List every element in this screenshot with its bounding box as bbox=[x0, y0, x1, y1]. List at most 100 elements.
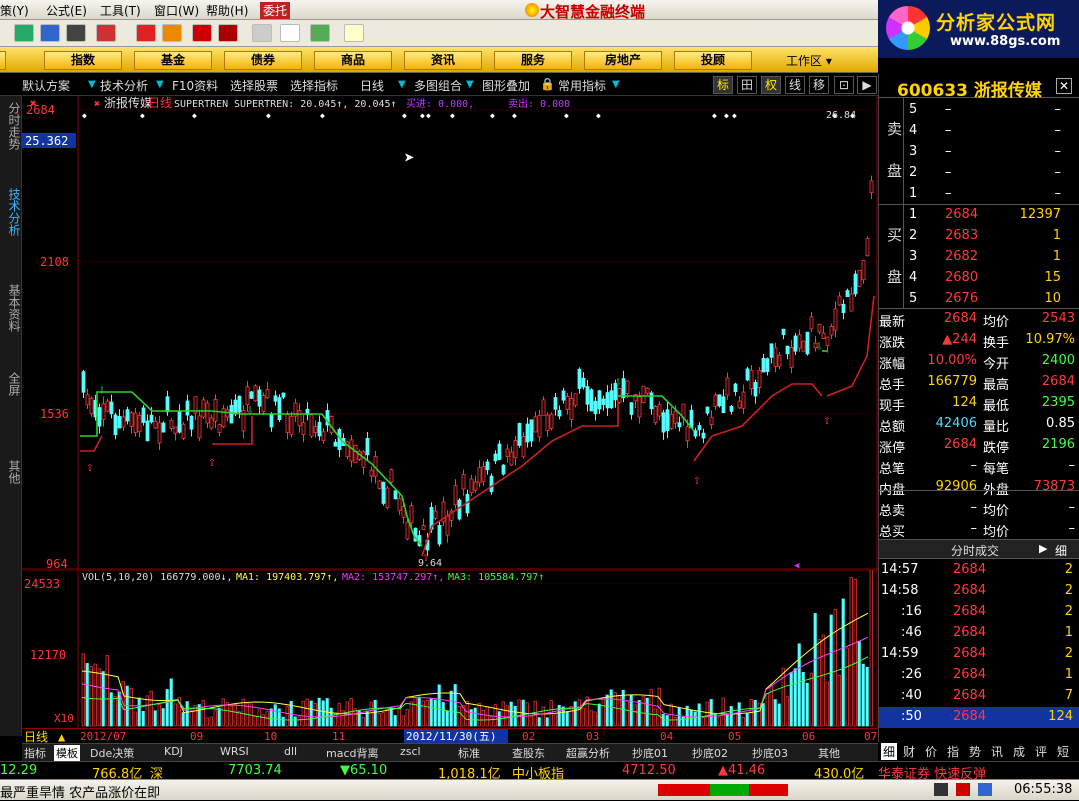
cat-stock[interactable]: 股 bbox=[0, 51, 6, 70]
buy-level-row[interactable]: 4 2680 15 bbox=[879, 268, 1079, 289]
toolbar-bars-icon[interactable] bbox=[310, 24, 330, 42]
menu-formula[interactable]: 公式(E) bbox=[46, 2, 87, 19]
menu-window[interactable]: 窗口(W) bbox=[154, 2, 199, 19]
cat-advisor[interactable]: 投顾 bbox=[674, 51, 752, 70]
btab-indicator[interactable]: 指标 bbox=[24, 745, 46, 761]
btab-zscl[interactable]: zscl bbox=[400, 745, 421, 758]
btab-standard[interactable]: 标准 bbox=[458, 745, 480, 761]
fb-overlay[interactable]: 图形叠加 bbox=[482, 77, 530, 94]
quote-tab[interactable]: 短 bbox=[1057, 743, 1069, 760]
vtab-fullscreen[interactable]: 全屏 bbox=[2, 372, 21, 396]
sell-level-row[interactable]: 3 – – bbox=[879, 142, 1079, 163]
fb-common[interactable]: 常用指标 bbox=[558, 77, 606, 94]
toolbar-record-icon[interactable] bbox=[192, 24, 212, 42]
btab-dde[interactable]: Dde决策 bbox=[90, 745, 134, 761]
quote-tab[interactable]: 势 bbox=[969, 743, 981, 760]
toolbar-diamond-icon[interactable] bbox=[162, 24, 182, 42]
btab-wrsi[interactable]: WRSI bbox=[220, 745, 249, 758]
panel-close-icon[interactable]: ✕ bbox=[1056, 78, 1072, 94]
toolbar-alert-icon[interactable] bbox=[96, 24, 116, 42]
workarea-label[interactable]: 工作区 ▾ bbox=[786, 52, 832, 69]
close-icon[interactable]: ✖ bbox=[30, 97, 37, 110]
tick-row[interactable]: :40 2684 7 bbox=[879, 686, 1079, 707]
quote-tab[interactable]: 讯 bbox=[991, 743, 1003, 760]
cat-realestate[interactable]: 房地产 bbox=[584, 51, 662, 70]
btab-shareholder[interactable]: 查股东 bbox=[512, 745, 545, 761]
fb-btn-mark[interactable]: 标 bbox=[713, 76, 733, 94]
fb-daily[interactable]: 日线 bbox=[360, 77, 384, 94]
workarea-dropdown-icon[interactable]: ▾ bbox=[826, 54, 832, 68]
sell-level-row[interactable]: 2 – – bbox=[879, 163, 1079, 184]
quote-tab[interactable]: 价 bbox=[925, 743, 937, 760]
fb-btn-move[interactable]: 移 bbox=[809, 76, 829, 94]
fb-multi-arrow-icon[interactable]: ▼ bbox=[466, 79, 474, 90]
scroll-marker-icon[interactable]: ◀ bbox=[794, 561, 800, 571]
quote-tab[interactable]: 细 bbox=[881, 743, 898, 760]
news-headline[interactable]: 最严重旱情 农产品涨价在即 bbox=[0, 782, 160, 801]
cat-fund[interactable]: 基金 bbox=[134, 51, 212, 70]
menu-tools[interactable]: 工具(T) bbox=[100, 2, 141, 19]
mail-icon[interactable] bbox=[956, 783, 970, 796]
vtab-other[interactable]: 其他 bbox=[2, 460, 21, 484]
btab-other[interactable]: 其他 bbox=[818, 745, 840, 761]
quote-tab[interactable]: 成 bbox=[1013, 743, 1025, 760]
toolbar-record2-icon[interactable] bbox=[218, 24, 238, 42]
cat-bond[interactable]: 债券 bbox=[224, 51, 302, 70]
toolbar-quote-icon[interactable] bbox=[14, 24, 34, 42]
ticks-play-icon[interactable]: ▶ bbox=[1039, 542, 1047, 555]
toolbar-layout-icon[interactable] bbox=[280, 24, 300, 42]
fb-multi[interactable]: 多图组合 bbox=[414, 77, 462, 94]
btab-analysis[interactable]: 超赢分析 bbox=[566, 745, 610, 761]
fb-scheme[interactable]: 默认方案 bbox=[22, 77, 70, 94]
fb-select-indicator[interactable]: 选择指标 bbox=[290, 77, 338, 94]
tick-row[interactable]: 14:58 2684 2 bbox=[879, 581, 1079, 602]
toolbar-help-icon[interactable] bbox=[344, 24, 364, 42]
fb-next-icon[interactable]: ▶ bbox=[857, 76, 877, 94]
fb-btn-grid[interactable]: 田 bbox=[737, 76, 757, 94]
ticks-detail-button[interactable]: 细 bbox=[1055, 542, 1067, 559]
btab-macd[interactable]: macd背离 bbox=[326, 745, 379, 761]
buy-level-row[interactable]: 5 2676 10 bbox=[879, 289, 1079, 310]
fb-common-arrow-icon[interactable]: ▼ bbox=[612, 79, 620, 90]
btab-bottom02[interactable]: 抄底02 bbox=[692, 745, 728, 761]
btab-bottom03[interactable]: 抄底03 bbox=[752, 745, 788, 761]
cat-service[interactable]: 服务 bbox=[494, 51, 572, 70]
toolbar-chart-icon[interactable] bbox=[40, 24, 60, 42]
network-icon[interactable] bbox=[978, 783, 992, 796]
menu-strategy[interactable]: 策(Y) bbox=[0, 2, 29, 19]
fb-lock-icon[interactable]: 🔒 bbox=[540, 77, 555, 91]
cat-commodity[interactable]: 商品 bbox=[314, 51, 392, 70]
fb-tech[interactable]: 技术分析 bbox=[100, 77, 148, 94]
btab-dll[interactable]: dll bbox=[284, 745, 297, 758]
buy-level-row[interactable]: 3 2682 1 bbox=[879, 247, 1079, 268]
chart-close-icon[interactable]: ✖ bbox=[94, 99, 100, 110]
fb-btn-rights[interactable]: 权 bbox=[761, 76, 781, 94]
tick-row[interactable]: 14:57 2684 2 bbox=[879, 560, 1079, 581]
vtab-intraday[interactable]: 分时走势 bbox=[2, 102, 21, 150]
toolbar-stock-icon[interactable] bbox=[136, 24, 156, 42]
sell-level-row[interactable]: 4 – – bbox=[879, 121, 1079, 142]
buy-level-row[interactable]: 2 2683 1 bbox=[879, 226, 1079, 247]
price-chart[interactable]: ⇧ ⇧ ⇧ ⇧ ⇧ ⇩ ⇩ ⇩ ⇩ ◆ ◆ ◆ ◆ ◆ ◆ ◆ ◆ ◆ ◆ ◆ ◆ ◆ ◆ ◆ ◆ ◆ ◆ ◀ 2684 2108 1… bbox=[22, 95, 878, 571]
cat-news[interactable]: 资讯 bbox=[404, 51, 482, 70]
fb-btn-line[interactable]: 线 bbox=[785, 76, 805, 94]
fb-scheme-arrow-icon[interactable]: ▼ bbox=[88, 79, 96, 90]
sell-level-row[interactable]: 1 – – bbox=[879, 184, 1079, 205]
tick-row[interactable]: 14:59 2684 2 bbox=[879, 644, 1079, 665]
cat-index[interactable]: 指数 bbox=[44, 51, 122, 70]
vtab-tech[interactable]: 技术分析 bbox=[2, 188, 21, 236]
fb-select-stock[interactable]: 选择股票 bbox=[230, 77, 278, 94]
tick-row[interactable]: :16 2684 2 bbox=[879, 602, 1079, 623]
quote-tab[interactable]: 指 bbox=[947, 743, 959, 760]
vtab-basic[interactable]: 基本资料 bbox=[2, 284, 21, 332]
tick-row[interactable]: :46 2684 1 bbox=[879, 623, 1079, 644]
quote-tab[interactable]: 评 bbox=[1035, 743, 1047, 760]
fb-zoom-icon[interactable]: ⊡ bbox=[834, 76, 854, 94]
quote-tab[interactable]: 财 bbox=[903, 743, 915, 760]
toolbar-print-icon[interactable] bbox=[252, 24, 272, 42]
fb-f10[interactable]: F10资料 bbox=[172, 77, 218, 94]
fb-tech-arrow-icon[interactable]: ▼ bbox=[156, 79, 164, 90]
btab-bottom01[interactable]: 抄底01 bbox=[632, 745, 668, 761]
period-triangle-icon[interactable]: ▲ bbox=[58, 730, 66, 744]
buy-level-row[interactable]: 1 2684 12397 bbox=[879, 205, 1079, 226]
